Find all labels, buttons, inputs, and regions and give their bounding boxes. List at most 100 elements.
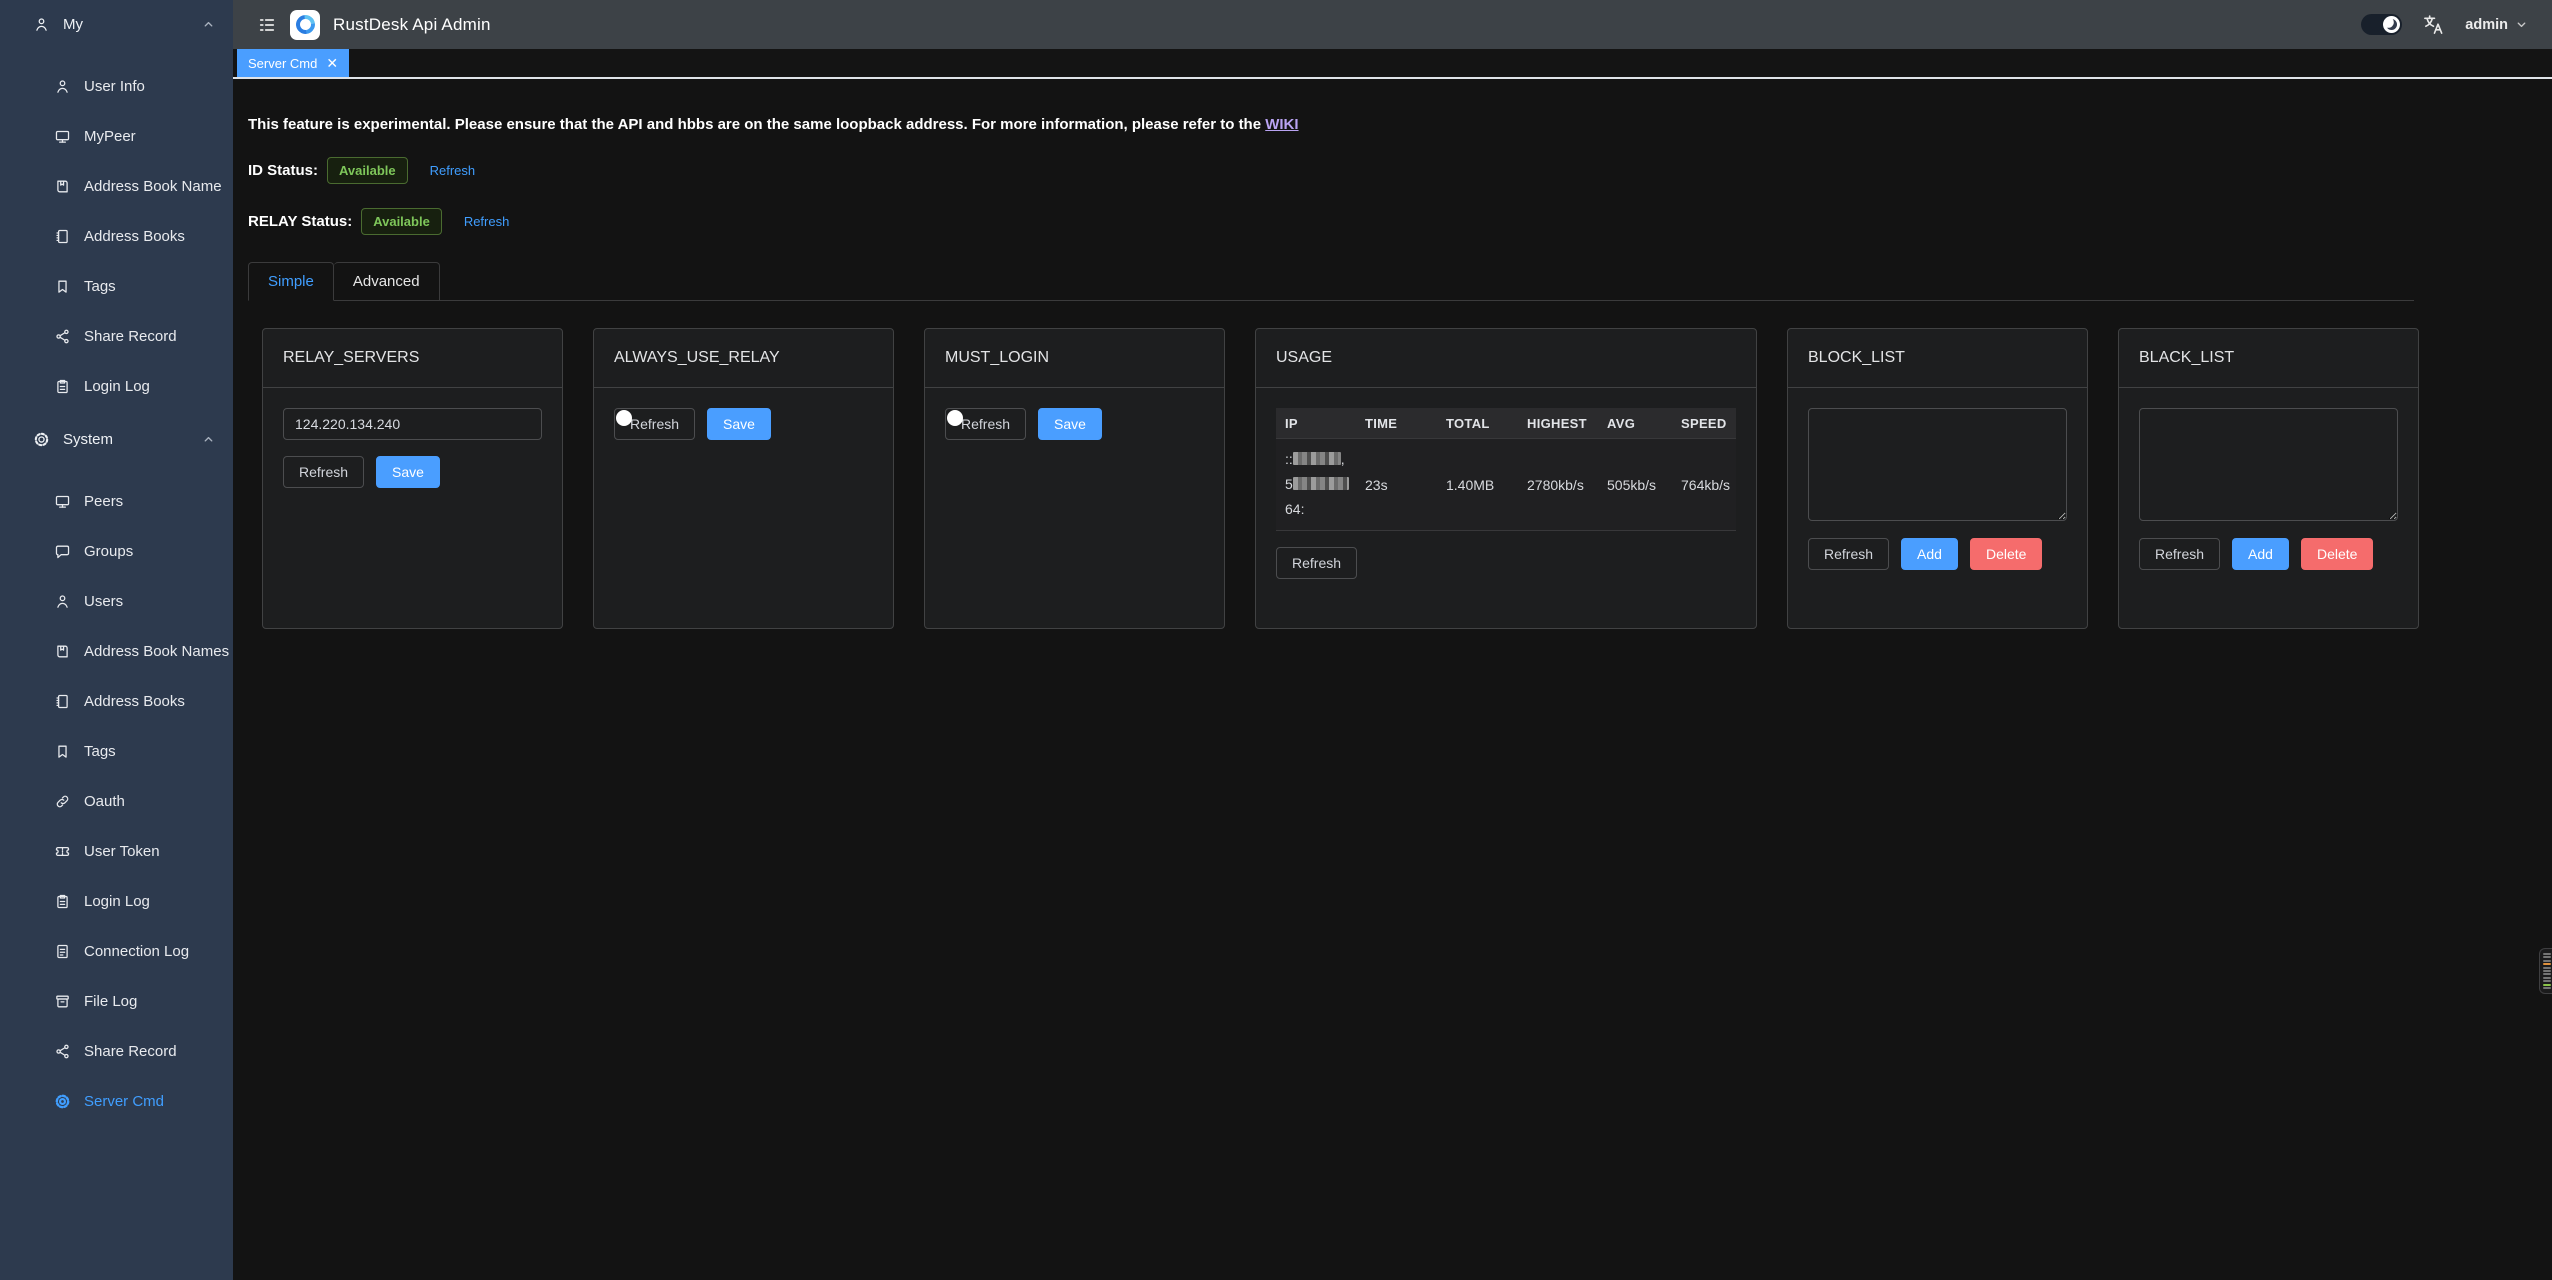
sidebar-item-file-log[interactable]: File Log	[0, 976, 233, 1026]
bookmark-icon	[54, 278, 71, 295]
sidebar-item-user-token[interactable]: User Token	[0, 826, 233, 876]
share-icon	[54, 1043, 71, 1060]
clipboard-icon	[54, 378, 71, 395]
usage-avg: 505kb/s	[1598, 477, 1672, 493]
sidebar-item-mypeer[interactable]: MyPeer	[0, 111, 233, 161]
document-icon	[54, 943, 71, 960]
relay-status-label: RELAY Status:	[248, 213, 352, 230]
sidebar-item-peers[interactable]: Peers	[0, 476, 233, 526]
save-button[interactable]: Save	[1038, 408, 1102, 440]
sidebar-section-system[interactable]: System	[0, 415, 233, 464]
topbar: RustDesk Api Admin admin	[233, 0, 2552, 49]
gear-icon	[33, 431, 50, 448]
archive-icon	[54, 993, 71, 1010]
dark-mode-toggle[interactable]	[2361, 14, 2402, 35]
sidebar-item-login-log[interactable]: Login Log	[0, 876, 233, 926]
link-icon	[54, 793, 71, 810]
add-button[interactable]: Add	[1901, 538, 1958, 570]
moon-icon	[2386, 19, 2397, 30]
minimap-widget[interactable]	[2539, 948, 2552, 994]
sidebar-item-groups[interactable]: Groups	[0, 526, 233, 576]
card-title: ALWAYS_USE_RELAY	[594, 329, 893, 388]
card-relay-servers: RELAY_SERVERS Refresh Save	[262, 328, 563, 629]
usage-ip-cell: ::, 5 64:	[1276, 447, 1356, 522]
redacted-ip-segment	[1293, 452, 1341, 465]
tab-simple[interactable]: Simple	[248, 262, 334, 301]
redacted-ip-segment	[1293, 477, 1349, 490]
close-icon[interactable]: ✕	[326, 56, 338, 70]
monitor-icon	[54, 493, 71, 510]
sidebar-item-address-books[interactable]: Address Books	[0, 211, 233, 261]
page-content: This feature is experimental. Please ens…	[233, 79, 2552, 1280]
chevron-up-icon	[202, 433, 215, 446]
card-title: BLOCK_LIST	[1788, 329, 2087, 388]
id-status-badge: Available	[327, 157, 408, 184]
sidebar-section-my[interactable]: My	[0, 0, 233, 49]
user-menu[interactable]: admin	[2465, 17, 2528, 33]
app-root: MyUser InfoMyPeerAddress Book NameAddres…	[0, 0, 2552, 1280]
sidebar-item-tags[interactable]: Tags	[0, 726, 233, 776]
chat-icon	[54, 543, 71, 560]
black-list-textarea[interactable]	[2139, 408, 2398, 521]
usage-table-header: IP TIME TOTAL HIGHEST AVG SPEED	[1276, 408, 1736, 438]
view-tabs: Simple Advanced	[248, 262, 2414, 301]
user-name: admin	[2465, 17, 2508, 33]
user-icon	[33, 16, 50, 33]
sidebar: MyUser InfoMyPeerAddress Book NameAddres…	[0, 0, 233, 1280]
tab-server-cmd[interactable]: Server Cmd ✕	[237, 49, 349, 77]
usage-time: 23s	[1356, 477, 1437, 493]
bookmark-icon	[54, 743, 71, 760]
usage-highest: 2780kb/s	[1518, 477, 1598, 493]
sidebar-item-server-cmd[interactable]: Server Cmd	[0, 1076, 233, 1126]
delete-button[interactable]: Delete	[2301, 538, 2373, 570]
monitor-icon	[54, 128, 71, 145]
relay-status-refresh-link[interactable]: Refresh	[464, 214, 510, 229]
sidebar-item-address-book-names[interactable]: Address Book Names	[0, 626, 233, 676]
sidebar-item-users[interactable]: Users	[0, 576, 233, 626]
id-status-refresh-link[interactable]: Refresh	[430, 163, 476, 178]
relay-servers-input[interactable]	[283, 408, 542, 440]
notebook-icon	[54, 693, 71, 710]
card-title: USAGE	[1256, 329, 1756, 388]
sidebar-item-oauth[interactable]: Oauth	[0, 776, 233, 826]
sidebar-item-address-book-name[interactable]: Address Book Name	[0, 161, 233, 211]
block-list-textarea[interactable]	[1808, 408, 2067, 521]
card-title: RELAY_SERVERS	[263, 329, 562, 388]
card-must-login: MUST_LOGIN Refresh Save	[924, 328, 1225, 629]
delete-button[interactable]: Delete	[1970, 538, 2042, 570]
card-always-use-relay: ALWAYS_USE_RELAY Refresh Save	[593, 328, 894, 629]
sidebar-item-login-log[interactable]: Login Log	[0, 361, 233, 411]
book-icon	[54, 643, 71, 660]
experimental-notice: This feature is experimental. Please ens…	[248, 116, 2414, 133]
add-button[interactable]: Add	[2232, 538, 2289, 570]
wiki-link[interactable]: WIKI	[1265, 116, 1298, 133]
card-title: BLACK_LIST	[2119, 329, 2418, 388]
tab-label: Server Cmd	[248, 56, 317, 71]
relay-status-badge: Available	[361, 208, 442, 235]
sidebar-item-tags[interactable]: Tags	[0, 261, 233, 311]
user-icon	[54, 593, 71, 610]
sidebar-item-share-record[interactable]: Share Record	[0, 1026, 233, 1076]
topbar-right: admin	[2361, 13, 2528, 36]
sidebar-item-share-record[interactable]: Share Record	[0, 311, 233, 361]
menu-fold-icon[interactable]	[257, 15, 277, 35]
refresh-button[interactable]: Refresh	[283, 456, 364, 488]
refresh-button[interactable]: Refresh	[2139, 538, 2220, 570]
sidebar-item-address-books[interactable]: Address Books	[0, 676, 233, 726]
save-button[interactable]: Save	[376, 456, 440, 488]
card-block-list: BLOCK_LIST Refresh Add Delete	[1787, 328, 2088, 629]
gear-filled-icon	[54, 1093, 71, 1110]
sidebar-item-user-info[interactable]: User Info	[0, 61, 233, 111]
refresh-button[interactable]: Refresh	[1276, 547, 1357, 579]
sidebar-item-connection-log[interactable]: Connection Log	[0, 926, 233, 976]
book-icon	[54, 178, 71, 195]
id-status-label: ID Status:	[248, 162, 318, 179]
usage-total: 1.40MB	[1437, 477, 1518, 493]
tab-advanced[interactable]: Advanced	[334, 262, 440, 301]
save-button[interactable]: Save	[707, 408, 771, 440]
ticket-icon	[54, 843, 71, 860]
translate-icon[interactable]	[2422, 13, 2445, 36]
refresh-button[interactable]: Refresh	[1808, 538, 1889, 570]
card-black-list: BLACK_LIST Refresh Add Delete	[2118, 328, 2419, 629]
open-tabs-bar: Server Cmd ✕	[233, 49, 2552, 79]
